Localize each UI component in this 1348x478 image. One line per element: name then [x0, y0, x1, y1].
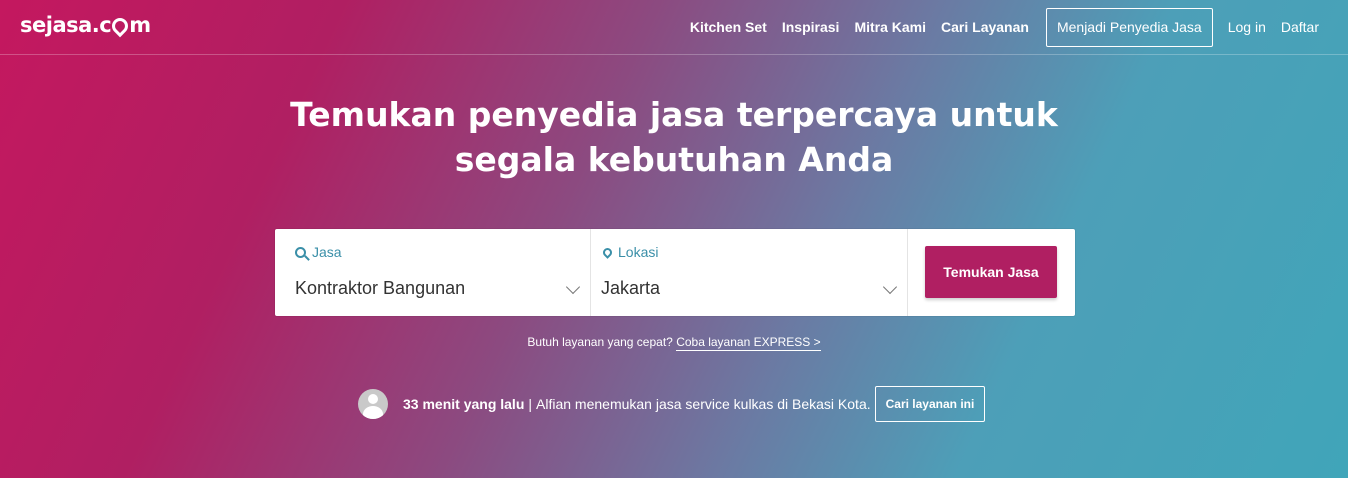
main-nav: Kitchen Set Inspirasi Mitra Kami Cari La… — [675, 7, 1319, 47]
find-service-button[interactable]: Temukan Jasa — [925, 246, 1057, 298]
express-promo: Butuh layanan yang cepat? Coba layanan E… — [0, 335, 1348, 351]
nav-inspirasi[interactable]: Inspirasi — [782, 19, 840, 35]
location-label: Lokasi — [601, 244, 658, 260]
hero-line-1: Temukan penyedia jasa terpercaya untuk — [290, 95, 1058, 134]
service-label: Jasa — [295, 244, 342, 260]
recent-activity: 33 menit yang lalu | Alfian menemukan ja… — [358, 386, 986, 422]
login-link[interactable]: Log in — [1228, 19, 1266, 35]
become-provider-button[interactable]: Menjadi Penyedia Jasa — [1045, 7, 1213, 47]
service-select[interactable]: Jasa Kontraktor Bangunan — [275, 229, 591, 316]
search-icon — [295, 246, 306, 258]
express-prompt: Butuh layanan yang cepat? — [527, 335, 673, 349]
logo-text-right: m — [129, 13, 151, 37]
location-value: Jakarta — [601, 278, 661, 298]
search-this-service-button[interactable]: Cari layanan ini — [874, 386, 986, 422]
service-label-text: Jasa — [312, 244, 342, 260]
sejasa-logo[interactable]: sejasa.c m — [20, 13, 151, 38]
location-label-text: Lokasi — [618, 244, 659, 260]
nav-cari-layanan[interactable]: Cari Layanan — [941, 19, 1029, 35]
service-value: Kontraktor Bangunan — [295, 278, 466, 298]
user-avatar-icon — [358, 389, 388, 419]
map-pin-icon — [601, 245, 614, 259]
chevron-down-icon[interactable] — [882, 279, 898, 295]
hero-headline: Temukan penyedia jasa terpercaya untuk s… — [0, 92, 1348, 182]
hero-line-2: segala kebutuhan Anda — [454, 140, 894, 179]
nav-mitra-kami[interactable]: Mitra Kami — [854, 19, 926, 35]
logo-pin-icon — [108, 14, 132, 38]
activity-time: 33 menit yang lalu — [403, 396, 525, 412]
chevron-down-icon[interactable] — [565, 279, 581, 295]
activity-separator: | — [528, 396, 533, 412]
top-navbar: sejasa.c m Kitchen Set Inspirasi Mitra Ka… — [0, 0, 1348, 55]
logo-text-left: sejasa.c — [20, 13, 112, 37]
location-select[interactable]: Lokasi Jakarta — [591, 229, 908, 316]
nav-kitchen-set[interactable]: Kitchen Set — [690, 19, 767, 35]
activity-message: Alfian menemukan jasa service kulkas di … — [536, 396, 871, 412]
express-link[interactable]: Coba layanan EXPRESS > — [676, 335, 821, 351]
search-box: Jasa Kontraktor Bangunan Lokasi Jakarta … — [275, 229, 1075, 316]
register-link[interactable]: Daftar — [1281, 19, 1319, 35]
